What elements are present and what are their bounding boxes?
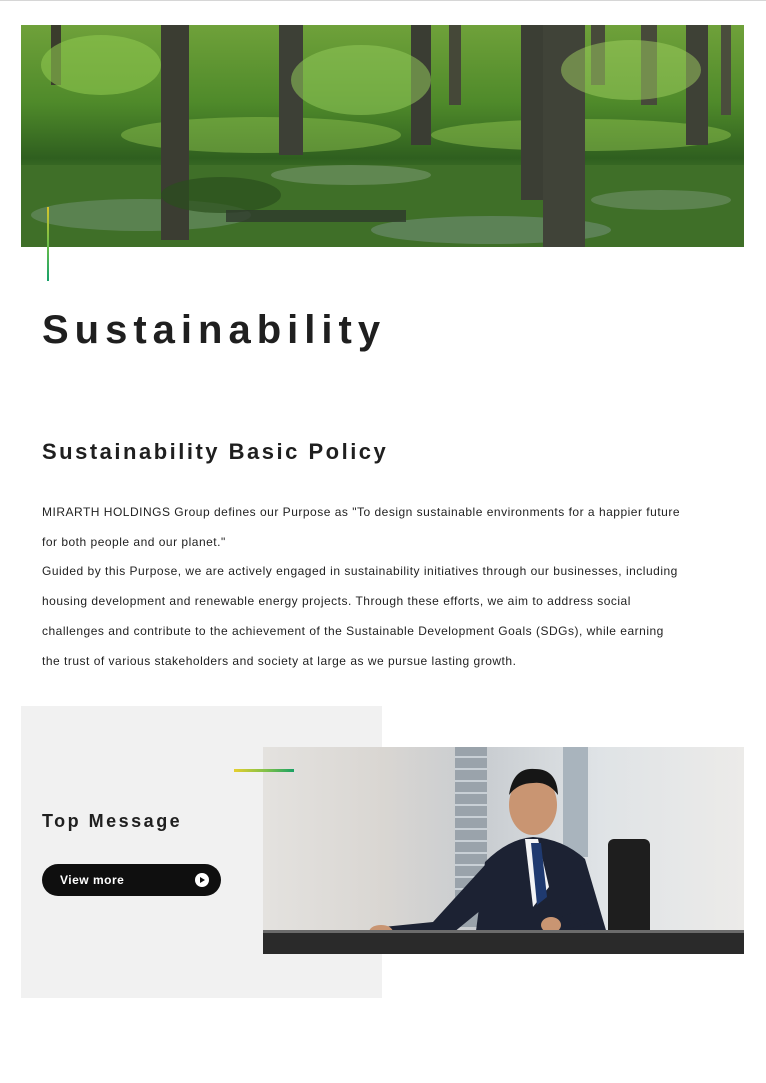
- page-title: Sustainability: [42, 308, 387, 352]
- arrow-circle-icon: [195, 873, 209, 887]
- policy-line: Guided by this Purpose, we are actively …: [42, 564, 678, 579]
- hero-forest-image: [21, 25, 744, 247]
- top-message-title: Top Message: [42, 811, 183, 831]
- policy-line: for both people and our planet.": [42, 534, 226, 549]
- policy-line: housing development and renewable energy…: [42, 594, 631, 609]
- policy-text: MIRARTH HOLDINGS Group defines our Purpo…: [42, 498, 732, 676]
- policy-line: the trust of various stakeholders and so…: [42, 653, 517, 668]
- executive-portrait-photo: [263, 747, 744, 954]
- message-accent-line: [234, 769, 294, 772]
- view-more-button[interactable]: View more: [42, 864, 221, 896]
- top-divider: [0, 0, 766, 1]
- title-accent-line: [47, 207, 49, 281]
- policy-line: challenges and contribute to the achieve…: [42, 623, 664, 638]
- view-more-label: View more: [60, 873, 125, 887]
- policy-heading: Sustainability Basic Policy: [42, 439, 389, 464]
- policy-line: MIRARTH HOLDINGS Group defines our Purpo…: [42, 505, 680, 519]
